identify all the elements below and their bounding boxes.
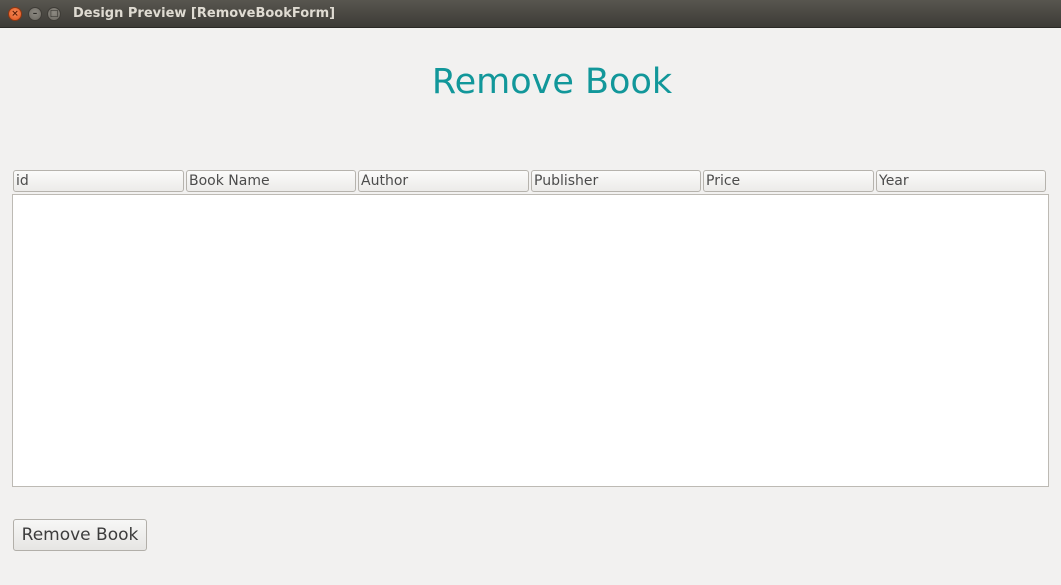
column-header-author[interactable]: Author [358, 170, 529, 192]
books-table-body[interactable] [12, 194, 1049, 487]
title-bar: × – □ Design Preview [RemoveBookForm] [0, 0, 1061, 28]
maximize-window-icon[interactable]: □ [47, 7, 61, 21]
column-header-publisher[interactable]: Publisher [531, 170, 701, 192]
minimize-window-icon[interactable]: – [28, 7, 42, 21]
app-window: × – □ Design Preview [RemoveBookForm] Re… [0, 0, 1061, 585]
column-header-price[interactable]: Price [703, 170, 874, 192]
remove-book-button[interactable]: Remove Book [13, 519, 147, 551]
page-title: Remove Book [431, 62, 673, 102]
column-header-id[interactable]: id [13, 170, 184, 192]
column-header-year[interactable]: Year [876, 170, 1046, 192]
close-window-icon[interactable]: × [8, 7, 22, 21]
window-title: Design Preview [RemoveBookForm] [73, 6, 336, 21]
table-header: id Book Name Author Publisher Price Year [13, 170, 1047, 193]
column-header-book-name[interactable]: Book Name [186, 170, 356, 192]
